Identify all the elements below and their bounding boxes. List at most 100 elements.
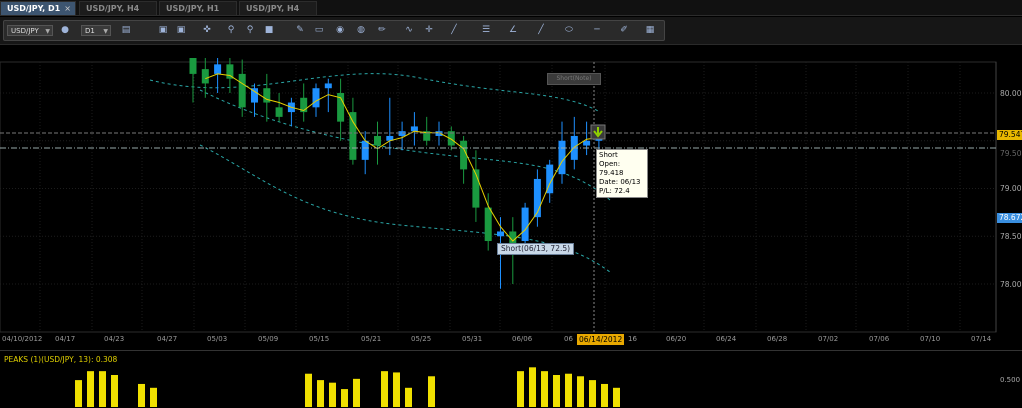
peaks-bar bbox=[541, 371, 548, 407]
candle-body bbox=[324, 83, 332, 89]
indicator-icon[interactable]: ▣ bbox=[157, 24, 169, 36]
price-chart[interactable] bbox=[0, 58, 1022, 350]
instrument-value: USD/JPY bbox=[11, 27, 39, 35]
x-tick-label: 06/24 bbox=[716, 335, 737, 343]
eraser-icon[interactable]: ✐ bbox=[618, 24, 630, 36]
tooltip-date: Date: 06/13 bbox=[599, 178, 641, 186]
peaks-bar bbox=[553, 375, 560, 407]
x-tick-label: 05/09 bbox=[258, 335, 279, 343]
line-tool-icon[interactable]: ╱ bbox=[448, 24, 460, 36]
tooltip-type: Short bbox=[599, 151, 618, 159]
peaks-bar bbox=[393, 372, 400, 407]
candle-body bbox=[275, 107, 283, 117]
tab-bar: USD/JPY, D1 × USD/JPY, H4 USD/JPY, H1 US… bbox=[0, 0, 1022, 16]
x-tick-label: 04/17 bbox=[55, 335, 76, 343]
peaks-bar bbox=[150, 387, 157, 407]
instrument-select[interactable]: USD/JPY ▼ bbox=[7, 25, 53, 36]
x-tick-label: 07/10 bbox=[920, 335, 941, 343]
chart-toolbar: USD/JPY ▼ ● D1 ▼ ▤ ▣ ▣ ✜ ⚲ ⚲ ■ ✎ ▭ ◉ ◍ ✏ ∿… bbox=[0, 17, 1022, 45]
peaks-bar bbox=[341, 389, 348, 407]
template-icon[interactable]: ▣ bbox=[175, 24, 187, 36]
candle-body bbox=[484, 207, 492, 242]
tab-usdjpy-d1[interactable]: USD/JPY, D1 × bbox=[0, 1, 76, 15]
tab-usdjpy-h4-2[interactable]: USD/JPY, H4 bbox=[239, 1, 317, 15]
globe2-icon[interactable]: ◍ bbox=[355, 24, 367, 36]
chevron-down-icon: ▼ bbox=[45, 28, 50, 35]
tab-label: USD/JPY, H4 bbox=[246, 4, 300, 13]
y-tick-label: 80.00 bbox=[1000, 89, 1022, 98]
text-icon[interactable]: ─ bbox=[591, 24, 603, 36]
y-tick-label: 79.00 bbox=[1000, 184, 1022, 193]
x-tick-label: 05/21 bbox=[361, 335, 382, 343]
candle-body bbox=[201, 69, 209, 84]
x-tick-label: 05/15 bbox=[309, 335, 330, 343]
x-tick-label: 04/27 bbox=[157, 335, 178, 343]
peaks-bar bbox=[305, 373, 312, 407]
chart-grid bbox=[0, 61, 997, 333]
candle-body bbox=[521, 207, 529, 242]
comment-icon[interactable]: ▭ bbox=[313, 24, 325, 36]
peaks-bar bbox=[99, 371, 106, 407]
tooltip-open: Open: 79.418 bbox=[599, 160, 624, 177]
peaks-bar bbox=[329, 382, 336, 407]
toolbar-group: USD/JPY ▼ ● D1 ▼ ▤ ▣ ▣ ✜ ⚲ ⚲ ■ ✎ ▭ ◉ ◍ ✏ ∿… bbox=[3, 20, 665, 41]
tab-label: USD/JPY, H1 bbox=[166, 4, 220, 13]
x-tick-label: 06/28 bbox=[767, 335, 788, 343]
peaks-bar bbox=[577, 376, 584, 407]
peaks-bar bbox=[405, 387, 412, 407]
tab-usdjpy-h1[interactable]: USD/JPY, H1 bbox=[159, 1, 237, 15]
wave-icon[interactable]: ∿ bbox=[403, 24, 415, 36]
peaks-bar bbox=[75, 380, 82, 407]
zoom-icon[interactable]: ⚲ bbox=[244, 24, 256, 36]
candle-body bbox=[398, 131, 406, 136]
peaks-bar bbox=[317, 380, 324, 407]
candle-body bbox=[214, 64, 222, 74]
pencil-icon[interactable]: ✏ bbox=[376, 24, 388, 36]
x-axis: 04/10/2012 04/17 04/23 04/27 05/03 05/09… bbox=[0, 332, 1000, 346]
peaks-bar bbox=[353, 378, 360, 407]
candle-body bbox=[349, 112, 357, 160]
ellipse-icon[interactable]: ⬭ bbox=[563, 24, 575, 36]
eye-icon[interactable]: ◉ bbox=[334, 24, 346, 36]
chart-type-icon[interactable]: ▤ bbox=[120, 24, 132, 36]
fibonacci-icon[interactable]: ☰ bbox=[480, 24, 492, 36]
y-tick-label: 78.50 bbox=[1000, 232, 1022, 241]
globe-icon[interactable]: ● bbox=[59, 24, 71, 36]
period-select[interactable]: D1 ▼ bbox=[81, 25, 111, 36]
peaks-bar bbox=[589, 380, 596, 407]
crosshair-date-label: 06/14/2012 bbox=[577, 334, 625, 345]
script-icon[interactable]: ✎ bbox=[294, 24, 306, 36]
peaks-bar bbox=[565, 373, 572, 407]
peaks-bar bbox=[517, 371, 524, 407]
short-marker-label[interactable]: Short(06/13, 72.5) bbox=[497, 243, 575, 255]
candle-body bbox=[312, 88, 320, 108]
candle-body bbox=[558, 140, 566, 175]
candle-body bbox=[189, 58, 197, 74]
candle-body bbox=[460, 140, 468, 170]
candle-body bbox=[374, 135, 381, 146]
tab-label: USD/JPY, D1 bbox=[7, 4, 61, 13]
chart-frame bbox=[0, 61, 997, 333]
pen-icon[interactable]: ╱ bbox=[535, 24, 547, 36]
crosshair-icon[interactable]: ✛ bbox=[423, 24, 435, 36]
x-tick-label: 16 bbox=[628, 335, 637, 343]
entry-price-tag: 78.672 bbox=[997, 213, 1022, 223]
order-tooltip: Short Open: 79.418 Date: 06/13 P/L: 72.4 bbox=[596, 149, 648, 198]
settings-icon[interactable]: ▦ bbox=[644, 24, 656, 36]
current-price-tag: 79.547 bbox=[997, 130, 1022, 140]
tab-usdjpy-h4[interactable]: USD/JPY, H4 bbox=[79, 1, 157, 15]
peaks-bar bbox=[601, 383, 608, 407]
x-tick-label: 07/14 bbox=[971, 335, 992, 343]
close-icon[interactable]: × bbox=[64, 2, 71, 16]
stop-icon[interactable]: ■ bbox=[263, 24, 275, 36]
x-tick-label: 05/31 bbox=[462, 335, 483, 343]
chevron-down-icon: ▼ bbox=[103, 28, 108, 35]
candle-body bbox=[238, 73, 246, 108]
note-label[interactable]: Short(Note) bbox=[547, 73, 601, 85]
peaks-bar bbox=[87, 371, 94, 407]
x-tick-label: 06/06 bbox=[512, 335, 533, 343]
magnify-icon[interactable]: ⚲ bbox=[225, 24, 237, 36]
channel-icon[interactable]: ∠ bbox=[507, 24, 519, 36]
y-tick-label: 78.00 bbox=[1000, 280, 1022, 289]
cursor-icon[interactable]: ✜ bbox=[201, 24, 213, 36]
